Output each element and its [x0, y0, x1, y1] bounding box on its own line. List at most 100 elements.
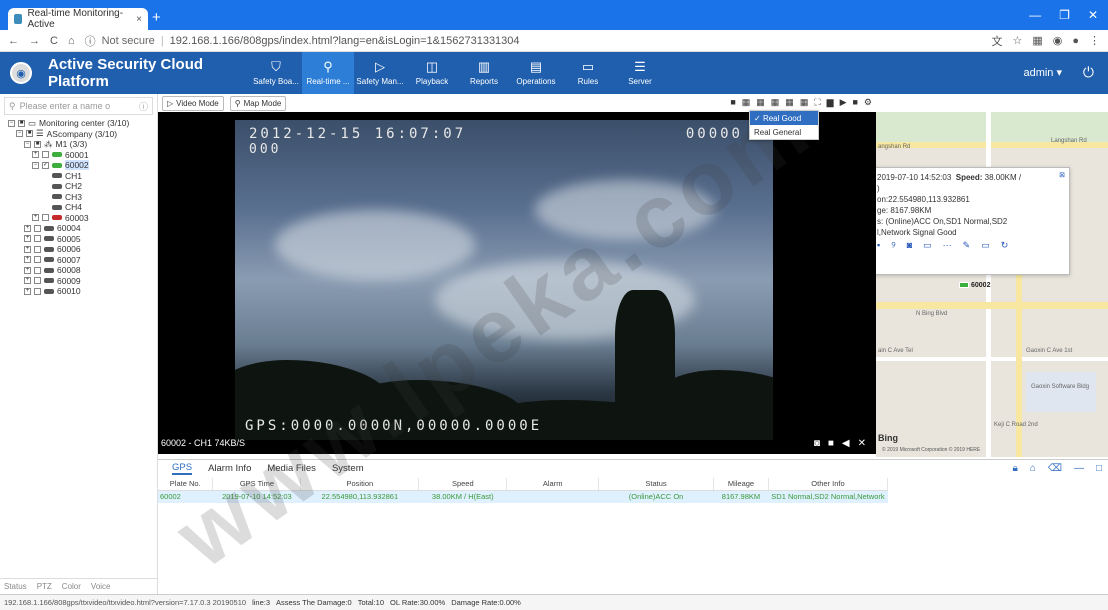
- checkbox[interactable]: [34, 245, 41, 253]
- video-mode-button[interactable]: ▷ Video Mode: [162, 95, 224, 111]
- power-icon[interactable]: ⏻: [1083, 64, 1094, 81]
- keyboard-icon[interactable]: ▭: [923, 240, 932, 251]
- info-icon[interactable]: ⓘ: [139, 100, 148, 113]
- checkbox[interactable]: ■: [26, 130, 33, 138]
- checkbox[interactable]: [34, 256, 41, 264]
- stop-video-icon[interactable]: ■: [828, 438, 834, 449]
- col-alarm[interactable]: Alarm: [506, 478, 600, 491]
- tree-node[interactable]: +60005: [8, 234, 157, 245]
- translate-icon[interactable]: 文: [991, 33, 1002, 49]
- stop-icon[interactable]: ■: [852, 97, 857, 108]
- col-speed[interactable]: Speed: [418, 478, 508, 491]
- layout-1-icon[interactable]: ■: [730, 97, 735, 108]
- tree-node[interactable]: − ■ ▭ Monitoring center (3/10): [8, 118, 157, 129]
- info-icon[interactable]: ⓘ: [85, 33, 96, 49]
- tree-node[interactable]: CH4: [8, 202, 157, 213]
- checkbox[interactable]: [34, 287, 41, 295]
- tree-node[interactable]: CH2: [8, 181, 157, 192]
- expand-icon[interactable]: +: [32, 214, 39, 222]
- tree-node[interactable]: − ■ ⁂ M1 (3/3): [8, 139, 157, 150]
- tab-gps[interactable]: GPS: [172, 462, 193, 475]
- tab-ptz[interactable]: PTZ: [37, 582, 52, 591]
- expand-icon[interactable]: +: [24, 277, 31, 285]
- tree-node[interactable]: +60004: [8, 223, 157, 234]
- close-window-icon[interactable]: ✕: [1088, 8, 1098, 22]
- close-video-icon[interactable]: ✕: [858, 438, 866, 449]
- forward-icon[interactable]: →: [29, 35, 40, 47]
- nav-safety-board[interactable]: ⛉ Safety Boa...: [250, 52, 302, 94]
- tree-node[interactable]: CH1: [8, 171, 157, 182]
- snapshot-icon[interactable]: ◙: [814, 438, 820, 449]
- layout-6-icon[interactable]: ▦: [756, 97, 765, 108]
- history-icon[interactable]: ↻: [1001, 240, 1009, 251]
- checkbox[interactable]: ■: [18, 119, 25, 127]
- browser-tab[interactable]: Real-time Monitoring-Active ×: [8, 8, 148, 30]
- export-icon[interactable]: ▭: [981, 240, 990, 251]
- collapse-icon[interactable]: −: [24, 140, 31, 148]
- minimize-icon[interactable]: —: [1029, 8, 1041, 22]
- tree-node[interactable]: +60006: [8, 244, 157, 255]
- nav-safety-management[interactable]: ▷ Safety Man...: [354, 52, 406, 94]
- layout-4-icon[interactable]: ▦: [742, 97, 751, 108]
- expand-icon[interactable]: +: [32, 151, 39, 159]
- tab-system[interactable]: System: [332, 463, 364, 474]
- collapse-icon[interactable]: −: [8, 119, 15, 127]
- col-mileage[interactable]: Mileage: [713, 478, 769, 491]
- tab-color[interactable]: Color: [62, 582, 81, 591]
- play-icon[interactable]: ▶: [840, 97, 847, 108]
- chrome-ext-icon[interactable]: ◉: [1053, 34, 1063, 47]
- collapse-icon[interactable]: −: [16, 130, 23, 138]
- home-icon[interactable]: ⌂: [68, 35, 75, 47]
- expand-icon[interactable]: +: [24, 287, 31, 295]
- lock-icon[interactable]: 🔒︎: [1012, 463, 1017, 474]
- popup-close-icon[interactable]: ⊠: [1059, 170, 1065, 181]
- checkbox[interactable]: [34, 224, 41, 232]
- tab-status[interactable]: Status: [4, 582, 27, 591]
- col-other-info[interactable]: Other Info: [768, 478, 889, 491]
- expand-icon[interactable]: +: [24, 235, 31, 243]
- back-icon[interactable]: ←: [8, 35, 19, 47]
- new-tab-button[interactable]: +: [152, 9, 161, 26]
- map-mode-button[interactable]: ⚲ Map Mode: [229, 95, 287, 111]
- vehicle-marker[interactable]: 60002: [959, 282, 990, 289]
- expand-icon[interactable]: +: [24, 245, 31, 253]
- table-row[interactable]: 60002 2019-07-10 14:52:03 22.554980,113.…: [158, 490, 888, 503]
- tree-node[interactable]: +60001: [8, 150, 157, 161]
- camera-icon[interactable]: ◙: [907, 240, 912, 251]
- save-icon[interactable]: ▪: [877, 240, 880, 251]
- maximize-panel-icon[interactable]: □: [1096, 463, 1102, 474]
- checkbox[interactable]: [34, 277, 41, 285]
- url-field[interactable]: ⓘ Not secure | 192.168.1.166/808gps/inde…: [85, 33, 982, 49]
- nav-reports[interactable]: ▥ Reports: [458, 52, 510, 94]
- checkbox[interactable]: ■: [34, 140, 41, 148]
- map-view[interactable]: angshan Rd Langshan Rd N Bing Blvd ain C…: [876, 112, 1108, 457]
- fullscreen-icon[interactable]: ⛶: [814, 97, 820, 108]
- col-position[interactable]: Position: [300, 478, 420, 491]
- minimize-panel-icon[interactable]: —: [1074, 463, 1084, 474]
- unlock-icon[interactable]: ⌂: [1030, 463, 1036, 474]
- stream-quality-icon[interactable]: ▆: [827, 97, 834, 108]
- layout-16-icon[interactable]: ▦: [800, 97, 809, 108]
- clear-icon[interactable]: ⌫: [1048, 463, 1062, 474]
- tree-node[interactable]: − ■ ☰ AScompany (3/10): [8, 128, 157, 140]
- more-icon[interactable]: ⋯: [943, 240, 952, 251]
- search-input[interactable]: ⚲ Please enter a name o ⓘ: [4, 97, 153, 115]
- dropdown-option-real-general[interactable]: Real General: [750, 125, 818, 139]
- layout-8-icon[interactable]: ▦: [771, 97, 780, 108]
- voice-icon[interactable]: ୨: [891, 240, 895, 251]
- tree-node[interactable]: +60008: [8, 265, 157, 276]
- expand-icon[interactable]: +: [24, 256, 31, 264]
- video-player[interactable]: 2012-12-15 16:07:07 00000 000 GPS:0000.0…: [158, 112, 876, 454]
- user-menu[interactable]: admin ▾: [1023, 66, 1062, 79]
- tab-close-icon[interactable]: ×: [136, 14, 142, 25]
- tree-node[interactable]: CH3: [8, 192, 157, 203]
- tree-node[interactable]: +60007: [8, 255, 157, 266]
- nav-rules[interactable]: ▭ Rules: [562, 52, 614, 94]
- checkbox[interactable]: ✓: [42, 161, 49, 169]
- reload-icon[interactable]: C: [50, 35, 58, 47]
- expand-icon[interactable]: +: [24, 224, 31, 232]
- bookmark-star-icon[interactable]: ☆: [1012, 34, 1022, 47]
- wrench-icon[interactable]: ✎: [963, 240, 971, 251]
- collapse-icon[interactable]: −: [32, 161, 39, 169]
- tab-voice[interactable]: Voice: [91, 582, 111, 591]
